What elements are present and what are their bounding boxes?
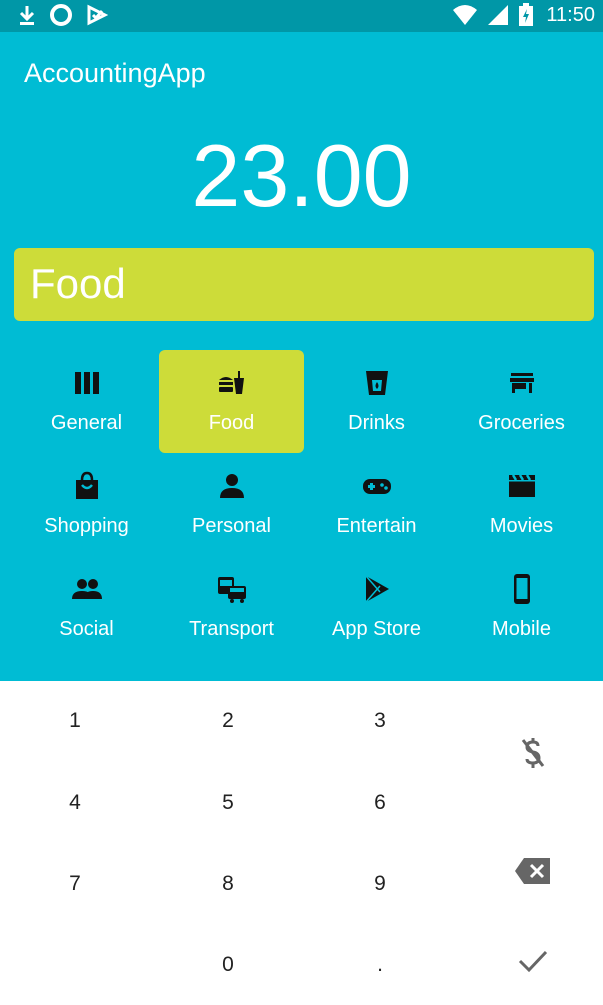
category-label: Personal: [192, 515, 271, 537]
key-5[interactable]: 5: [153, 763, 303, 843]
category-transport[interactable]: Transport: [159, 556, 304, 659]
social-icon: [72, 579, 102, 599]
category-groceries[interactable]: Groceries: [449, 350, 594, 453]
sync-circle-icon: [50, 4, 72, 26]
category-entertain[interactable]: Entertain: [304, 453, 449, 556]
transport-icon: [218, 577, 246, 603]
category-label: Shopping: [44, 515, 129, 537]
groceries-icon: [510, 373, 534, 393]
selected-category-label: Food: [30, 260, 126, 307]
currency-toggle-button[interactable]: [462, 703, 603, 803]
signal-icon: [488, 5, 509, 25]
battery-charging-icon: [519, 3, 534, 26]
shopping-icon: [76, 471, 98, 499]
key-8[interactable]: 8: [153, 844, 303, 924]
key-1[interactable]: 1: [0, 681, 150, 761]
key-4[interactable]: 4: [0, 763, 150, 843]
amount-display: 23.00: [191, 126, 412, 225]
category-mobile[interactable]: Mobile: [449, 556, 594, 659]
entertain-icon: [363, 479, 391, 494]
category-label: Social: [59, 618, 114, 640]
key-0[interactable]: 0: [153, 925, 303, 1005]
key-9[interactable]: 9: [305, 844, 455, 924]
numeric-keypad: 1 2 3 4 5 6 7 8 9 0 .: [0, 681, 603, 1005]
category-label: App Store: [332, 618, 421, 640]
backspace-icon: [514, 858, 550, 884]
app-title: AccountingApp: [24, 58, 206, 88]
key-7[interactable]: 7: [0, 844, 150, 924]
category-label: General: [50, 412, 123, 434]
category-social[interactable]: Social: [14, 556, 159, 659]
key-2[interactable]: 2: [153, 681, 303, 761]
check-icon: [518, 950, 547, 973]
app-store-icon: [365, 575, 389, 603]
category-label: Groceries: [478, 412, 565, 434]
status-bar: 11:50: [0, 0, 603, 32]
backspace-button[interactable]: [462, 821, 603, 921]
download-icon: [19, 6, 35, 25]
wifi-icon: [453, 5, 478, 25]
currency-off-icon: [521, 738, 544, 768]
drinks-icon: [366, 371, 388, 395]
category-label: Entertain: [336, 515, 417, 537]
food-icon: [219, 371, 244, 394]
category-label: Food: [208, 412, 255, 434]
movies-icon: [509, 474, 535, 497]
category-shopping[interactable]: Shopping: [14, 453, 159, 556]
category-label: Drinks: [348, 412, 405, 434]
category-drinks[interactable]: Drinks: [304, 350, 449, 453]
mobile-icon: [514, 574, 530, 604]
category-label: Mobile: [492, 618, 551, 640]
category-label: Transport: [189, 618, 274, 640]
selected-category-banner: Food: [14, 248, 594, 321]
category-personal[interactable]: Personal: [159, 453, 304, 556]
category-general[interactable]: General: [14, 350, 159, 453]
category-movies[interactable]: Movies: [449, 453, 594, 556]
key-decimal[interactable]: .: [305, 925, 455, 1005]
key-3[interactable]: 3: [305, 681, 455, 761]
play-check-icon: [87, 4, 108, 26]
category-label: Movies: [489, 515, 554, 537]
key-6[interactable]: 6: [305, 763, 455, 843]
personal-icon: [220, 474, 244, 498]
category-food[interactable]: Food: [159, 350, 304, 453]
general-icon: [75, 372, 99, 394]
category-app-store[interactable]: App Store: [304, 556, 449, 659]
confirm-button[interactable]: [462, 911, 603, 1005]
status-time: 11:50: [546, 3, 595, 26]
